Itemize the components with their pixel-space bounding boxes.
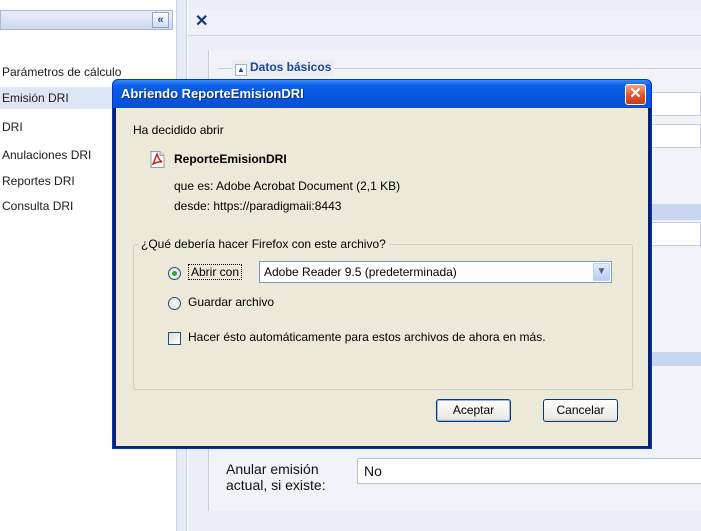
action-question: ¿Qué debería hacer Firefox con este arch… bbox=[138, 237, 389, 251]
file-name: ReporteEmisionDRI bbox=[174, 152, 287, 166]
main-toolbar: ✕ bbox=[188, 10, 701, 36]
decided-to-open-text: Ha decidido abrir bbox=[133, 123, 224, 137]
file-type-row: que es: Adobe Acrobat Document (2,1 KB) bbox=[174, 179, 400, 193]
close-icon[interactable]: ✕ bbox=[195, 13, 213, 31]
file-source-value: https://paradigmaii:8443 bbox=[213, 199, 342, 213]
file-source-key: desde: bbox=[174, 199, 211, 213]
file-source-row: desde: https://paradigmaii:8443 bbox=[174, 199, 341, 213]
fieldset-title-text: Datos básicos bbox=[250, 60, 332, 74]
save-file-label[interactable]: Guardar archivo bbox=[188, 295, 274, 309]
accept-button[interactable]: Aceptar bbox=[436, 399, 511, 422]
application-select[interactable]: Adobe Reader 9.5 (predeterminada) ▼ bbox=[259, 261, 612, 283]
cancel-button[interactable]: Cancelar bbox=[543, 399, 618, 422]
open-with-radio[interactable] bbox=[168, 267, 181, 280]
auto-action-label[interactable]: Hacer ésto automáticamente para estos ar… bbox=[188, 330, 546, 344]
dialog-close-button[interactable]: ✕ bbox=[625, 84, 646, 105]
download-dialog: Abriendo ReporteEmisionDRI ✕ Ha decidido… bbox=[112, 79, 652, 449]
dialog-titlebar[interactable]: Abriendo ReporteEmisionDRI ✕ bbox=[113, 80, 651, 108]
sidebar-item-label: Emisión DRI bbox=[2, 91, 69, 105]
sidebar-item-label: Parámetros de cálculo bbox=[2, 65, 122, 79]
sidebar-item-label: Consulta DRI bbox=[2, 199, 74, 213]
sidebar-item-label: Reportes DRI bbox=[2, 174, 75, 188]
open-with-label-wrap[interactable]: Abrir con bbox=[188, 264, 243, 280]
pdf-icon bbox=[150, 151, 165, 168]
chevron-down-icon[interactable]: ▼ bbox=[593, 263, 610, 281]
save-file-radio[interactable] bbox=[168, 297, 181, 310]
dialog-body: Ha decidido abrir ReporteEmisionDRI que … bbox=[116, 108, 648, 446]
file-type-key: que es: bbox=[174, 179, 214, 193]
anular-emision-label: Anular emisión actual, si existe: bbox=[226, 461, 326, 493]
sidebar-header: « bbox=[0, 10, 173, 30]
open-with-label: Abrir con bbox=[188, 264, 243, 280]
sidebar-item-label: Anulaciones DRI bbox=[2, 148, 92, 162]
collapse-triangle-icon[interactable]: ▲ bbox=[235, 64, 247, 76]
collapse-sidebar-button[interactable]: « bbox=[152, 12, 169, 28]
file-type-value: Adobe Acrobat Document (2,1 KB) bbox=[216, 179, 401, 193]
sidebar-item-label: DRI bbox=[2, 120, 23, 134]
auto-action-checkbox[interactable] bbox=[168, 332, 181, 345]
fieldset-title[interactable]: ▲ Datos básicos bbox=[232, 60, 335, 76]
anular-emision-field[interactable]: No bbox=[357, 458, 701, 484]
application-select-value: Adobe Reader 9.5 (predeterminada) bbox=[264, 265, 457, 279]
dialog-title: Abriendo ReporteEmisionDRI bbox=[121, 86, 304, 101]
